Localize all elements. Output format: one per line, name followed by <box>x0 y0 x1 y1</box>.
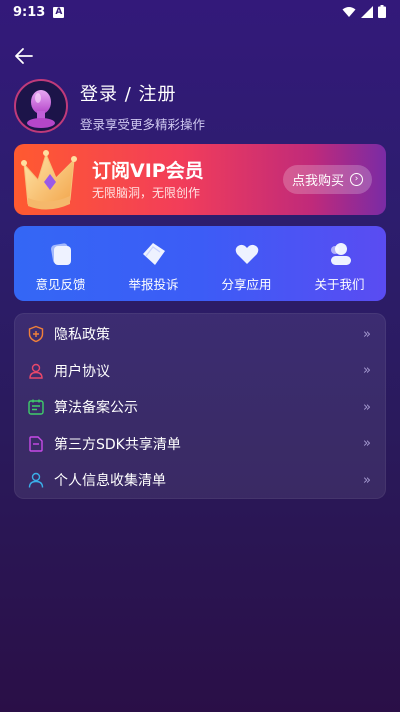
privacy-shield-icon <box>28 326 44 343</box>
quick-action-label: 关于我们 <box>314 277 365 292</box>
about-users-icon <box>330 243 351 265</box>
double-chevron-right-icon: » <box>363 363 371 379</box>
quick-action-label: 分享应用 <box>221 277 272 292</box>
vip-subtitle: 无限脑洞，无限创作 <box>92 186 201 200</box>
sdk-list-icon <box>29 436 43 452</box>
avatar[interactable] <box>14 79 68 133</box>
buy-button-label: 点我购买 <box>291 174 344 189</box>
status-indicators <box>342 5 386 18</box>
double-chevron-right-icon: » <box>363 436 371 452</box>
menu-item-third-party-sdk[interactable]: 第三方SDK共享清单 » <box>15 426 385 463</box>
double-chevron-right-icon: » <box>363 472 371 488</box>
report-icon <box>142 243 165 265</box>
vip-subscription-card[interactable]: 订阅VIP会员 无限脑洞，无限创作 点我购买 › <box>14 144 386 215</box>
profile-login[interactable]: 登录 / 注册 登录享受更多精彩操作 <box>14 79 205 133</box>
quick-actions-panel: 意见反馈 举报投诉 分享应用 关于我们 <box>14 226 386 301</box>
quick-action-label: 意见反馈 <box>35 277 86 292</box>
menu-item-label: 第三方SDK共享清单 <box>54 436 181 453</box>
status-bar: 9:13 A <box>0 0 400 24</box>
signal-icon <box>361 5 373 18</box>
settings-menu-list: 隐私政策 » 用户协议 » 算法备案公示 » 第三方SDK共享清单 » 个人信息… <box>14 313 386 499</box>
share-heart-icon <box>235 244 258 264</box>
personal-info-icon <box>28 473 44 488</box>
menu-item-personal-info[interactable]: 个人信息收集清单 » <box>15 462 385 499</box>
quick-action-share[interactable]: 分享应用 <box>200 226 293 301</box>
quick-action-label: 举报投诉 <box>128 277 179 292</box>
wifi-icon <box>342 6 356 17</box>
menu-item-label: 用户协议 <box>54 363 110 380</box>
feedback-icon <box>50 243 71 265</box>
notification-icon: A <box>53 6 65 18</box>
menu-item-privacy-policy[interactable]: 隐私政策 » <box>15 316 385 353</box>
menu-item-label: 个人信息收集清单 <box>54 473 166 490</box>
buy-button[interactable]: 点我购买 › <box>283 165 372 194</box>
chevron-right-circle-icon: › <box>350 173 363 186</box>
user-agreement-icon <box>29 363 43 379</box>
avatar-placeholder-icon <box>27 90 55 128</box>
menu-item-label: 算法备案公示 <box>54 400 138 417</box>
back-arrow-icon[interactable] <box>12 44 36 68</box>
menu-item-algorithm-record[interactable]: 算法备案公示 » <box>15 389 385 426</box>
battery-icon <box>378 5 386 18</box>
quick-action-report[interactable]: 举报投诉 <box>107 226 200 301</box>
quick-action-about[interactable]: 关于我们 <box>293 226 386 301</box>
status-time: 9:13 <box>13 4 46 20</box>
double-chevron-right-icon: » <box>363 326 371 342</box>
menu-item-user-agreement[interactable]: 用户协议 » <box>15 353 385 390</box>
double-chevron-right-icon: » <box>363 399 371 415</box>
menu-item-label: 隐私政策 <box>54 327 110 344</box>
login-subtitle: 登录享受更多精彩操作 <box>80 116 206 132</box>
quick-action-feedback[interactable]: 意见反馈 <box>14 226 107 301</box>
algorithm-record-icon <box>28 399 44 415</box>
vip-title: 订阅VIP会员 <box>92 160 204 182</box>
crown-icon <box>21 150 77 210</box>
login-register-title[interactable]: 登录 / 注册 <box>80 80 205 106</box>
